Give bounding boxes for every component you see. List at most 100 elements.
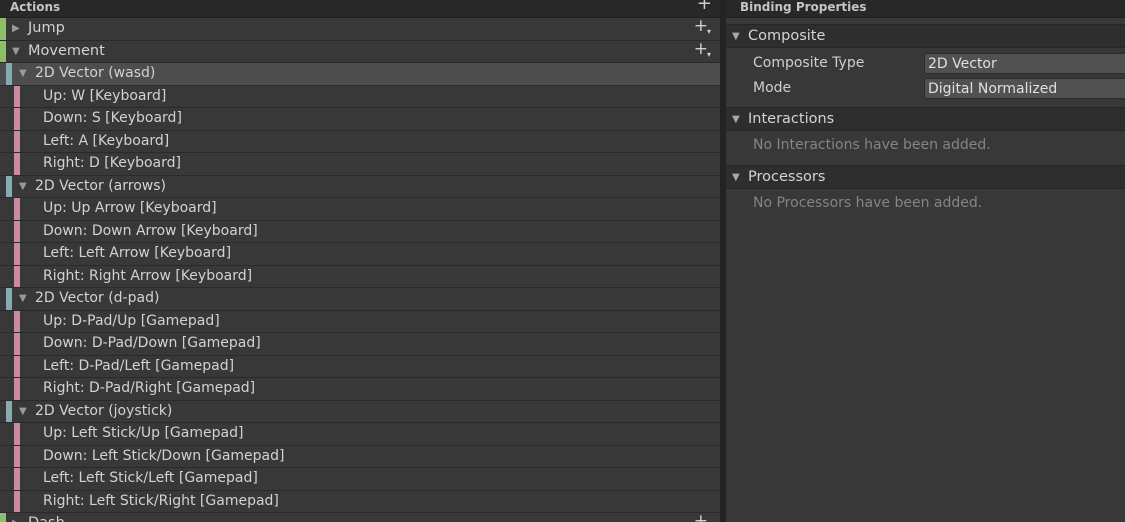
binding-part-row[interactable]: Up: Left Stick/Up [Gamepad] xyxy=(0,423,720,446)
part-color-stripe xyxy=(14,220,20,242)
processors-empty-message: No Processors have been added. xyxy=(753,195,983,211)
interactions-section-header[interactable]: ▼ Interactions xyxy=(726,107,1125,131)
binding-part-row[interactable]: Up: D-Pad/Up [Gamepad] xyxy=(0,310,720,333)
collapse-arrow-icon[interactable]: ▼ xyxy=(19,63,27,84)
composite-color-stripe xyxy=(6,288,12,310)
composite-color-stripe xyxy=(6,63,12,85)
binding-part-row[interactable]: Down: D-Pad/Down [Gamepad] xyxy=(0,333,720,356)
add-binding-plus-icon[interactable]: +▾ xyxy=(694,16,712,39)
composite-label: 2D Vector (arrows) xyxy=(35,177,166,194)
section-title: Processors xyxy=(748,169,826,185)
binding-part-row[interactable]: Right: Right Arrow [Keyboard] xyxy=(0,265,720,288)
binding-part-label: Left: A [Keyboard] xyxy=(43,132,170,149)
mode-label: Mode xyxy=(753,80,792,96)
binding-part-label: Down: S [Keyboard] xyxy=(43,110,182,126)
action-color-stripe xyxy=(0,40,6,62)
binding-part-row[interactable]: Up: W [Keyboard] xyxy=(0,85,720,108)
collapse-arrow-icon[interactable]: ▼ xyxy=(19,401,27,422)
part-color-stripe xyxy=(14,378,20,400)
binding-part-label: Up: Up Arrow [Keyboard] xyxy=(43,200,217,216)
part-color-stripe xyxy=(14,85,20,107)
part-color-stripe xyxy=(14,468,20,490)
binding-part-label: Left: Left Stick/Left [Gamepad] xyxy=(43,470,258,486)
expand-arrow-icon[interactable]: ▶ xyxy=(12,513,20,522)
section-title: Interactions xyxy=(748,111,835,127)
composite-row-arrows[interactable]: ▼ 2D Vector (arrows) xyxy=(0,175,720,198)
part-color-stripe xyxy=(14,153,20,175)
part-color-stripe xyxy=(14,355,20,377)
section-title: Composite xyxy=(748,28,826,44)
binding-part-label: Up: W [Keyboard] xyxy=(43,87,167,104)
actions-panel: Actions + ▶ Jump +▾ ▼ Movement +▾ ▼ 2D V… xyxy=(0,0,720,522)
composite-type-dropdown[interactable]: 2D Vector xyxy=(924,53,1125,74)
collapse-arrow-icon[interactable]: ▼ xyxy=(732,167,740,189)
composite-type-row: Composite Type 2D Vector xyxy=(726,51,1125,76)
binding-part-row[interactable]: Right: D-Pad/Right [Gamepad] xyxy=(0,378,720,401)
binding-part-row[interactable]: Up: Up Arrow [Keyboard] xyxy=(0,198,720,221)
part-color-stripe xyxy=(14,108,20,130)
binding-part-row[interactable]: Left: Left Arrow [Keyboard] xyxy=(0,243,720,266)
collapse-arrow-icon[interactable]: ▼ xyxy=(732,109,740,131)
binding-properties-header: Binding Properties xyxy=(726,0,1125,18)
actions-panel-header: Actions + xyxy=(0,0,720,18)
part-color-stripe xyxy=(14,333,20,355)
binding-part-label: Up: Left Stick/Up [Gamepad] xyxy=(43,425,244,441)
composite-label: 2D Vector (wasd) xyxy=(35,65,156,81)
part-color-stripe xyxy=(14,265,20,287)
action-color-stripe xyxy=(0,513,6,522)
composite-section-header[interactable]: ▼ Composite xyxy=(726,24,1125,48)
binding-part-row[interactable]: Left: Left Stick/Left [Gamepad] xyxy=(0,468,720,491)
binding-part-row[interactable]: Right: D [Keyboard] xyxy=(0,153,720,176)
action-color-stripe xyxy=(0,18,6,40)
composite-row-dpad[interactable]: ▼ 2D Vector (d-pad) xyxy=(0,288,720,311)
binding-part-row[interactable]: Down: Left Stick/Down [Gamepad] xyxy=(0,445,720,468)
binding-part-label: Up: D-Pad/Up [Gamepad] xyxy=(43,312,220,329)
part-color-stripe xyxy=(14,243,20,265)
composite-type-label: Composite Type xyxy=(753,55,865,71)
binding-properties-panel: Binding Properties ▼ Composite Composite… xyxy=(726,0,1125,522)
action-row-jump[interactable]: ▶ Jump +▾ xyxy=(0,16,720,41)
mode-dropdown[interactable]: Digital Normalized xyxy=(924,78,1125,99)
composite-row-wasd[interactable]: ▼ 2D Vector (wasd) xyxy=(0,63,720,86)
part-color-stripe xyxy=(14,490,20,512)
actions-panel-title: Actions xyxy=(10,0,61,14)
binding-part-label: Right: D-Pad/Right [Gamepad] xyxy=(43,380,256,396)
action-label: Jump xyxy=(28,20,65,36)
part-color-stripe xyxy=(14,445,20,467)
collapse-arrow-icon[interactable]: ▼ xyxy=(19,288,27,309)
action-label: Dash xyxy=(28,513,65,522)
mode-row: Mode Digital Normalized xyxy=(726,76,1125,101)
binding-part-label: Down: D-Pad/Down [Gamepad] xyxy=(43,335,261,351)
composite-color-stripe xyxy=(6,400,12,422)
add-binding-plus-icon[interactable]: +▾ xyxy=(694,39,712,62)
binding-part-label: Right: Right Arrow [Keyboard] xyxy=(43,267,253,284)
collapse-arrow-icon[interactable]: ▼ xyxy=(12,41,20,62)
action-label: Movement xyxy=(28,42,105,59)
composite-label: 2D Vector (d-pad) xyxy=(35,290,160,306)
add-action-plus-icon[interactable]: + xyxy=(697,0,712,13)
binding-properties-title: Binding Properties xyxy=(740,0,867,14)
composite-row-joystick[interactable]: ▼ 2D Vector (joystick) xyxy=(0,400,720,423)
expand-arrow-icon[interactable]: ▶ xyxy=(12,18,20,39)
binding-part-row[interactable]: Down: Down Arrow [Keyboard] xyxy=(0,220,720,243)
collapse-arrow-icon[interactable]: ▼ xyxy=(19,176,27,197)
binding-part-label: Down: Left Stick/Down [Gamepad] xyxy=(43,447,285,464)
binding-part-row[interactable]: Right: Left Stick/Right [Gamepad] xyxy=(0,490,720,513)
interactions-empty-message: No Interactions have been added. xyxy=(753,137,991,153)
binding-part-label: Down: Down Arrow [Keyboard] xyxy=(43,222,258,239)
part-color-stripe xyxy=(14,130,20,152)
composite-color-stripe xyxy=(6,175,12,197)
binding-part-row[interactable]: Down: S [Keyboard] xyxy=(0,108,720,131)
binding-part-row[interactable]: Left: A [Keyboard] xyxy=(0,130,720,153)
binding-part-label: Left: Left Arrow [Keyboard] xyxy=(43,245,232,261)
add-binding-plus-icon[interactable]: +▾ xyxy=(694,511,712,522)
part-color-stripe xyxy=(14,423,20,445)
binding-part-label: Right: D [Keyboard] xyxy=(43,155,181,171)
action-row-movement[interactable]: ▼ Movement +▾ xyxy=(0,39,720,63)
collapse-arrow-icon[interactable]: ▼ xyxy=(732,26,740,48)
action-row-dash[interactable]: ▶ Dash +▾ xyxy=(0,511,720,522)
binding-part-label: Left: D-Pad/Left [Gamepad] xyxy=(43,357,235,374)
part-color-stripe xyxy=(14,310,20,332)
processors-section-header[interactable]: ▼ Processors xyxy=(726,165,1125,189)
binding-part-row[interactable]: Left: D-Pad/Left [Gamepad] xyxy=(0,355,720,378)
